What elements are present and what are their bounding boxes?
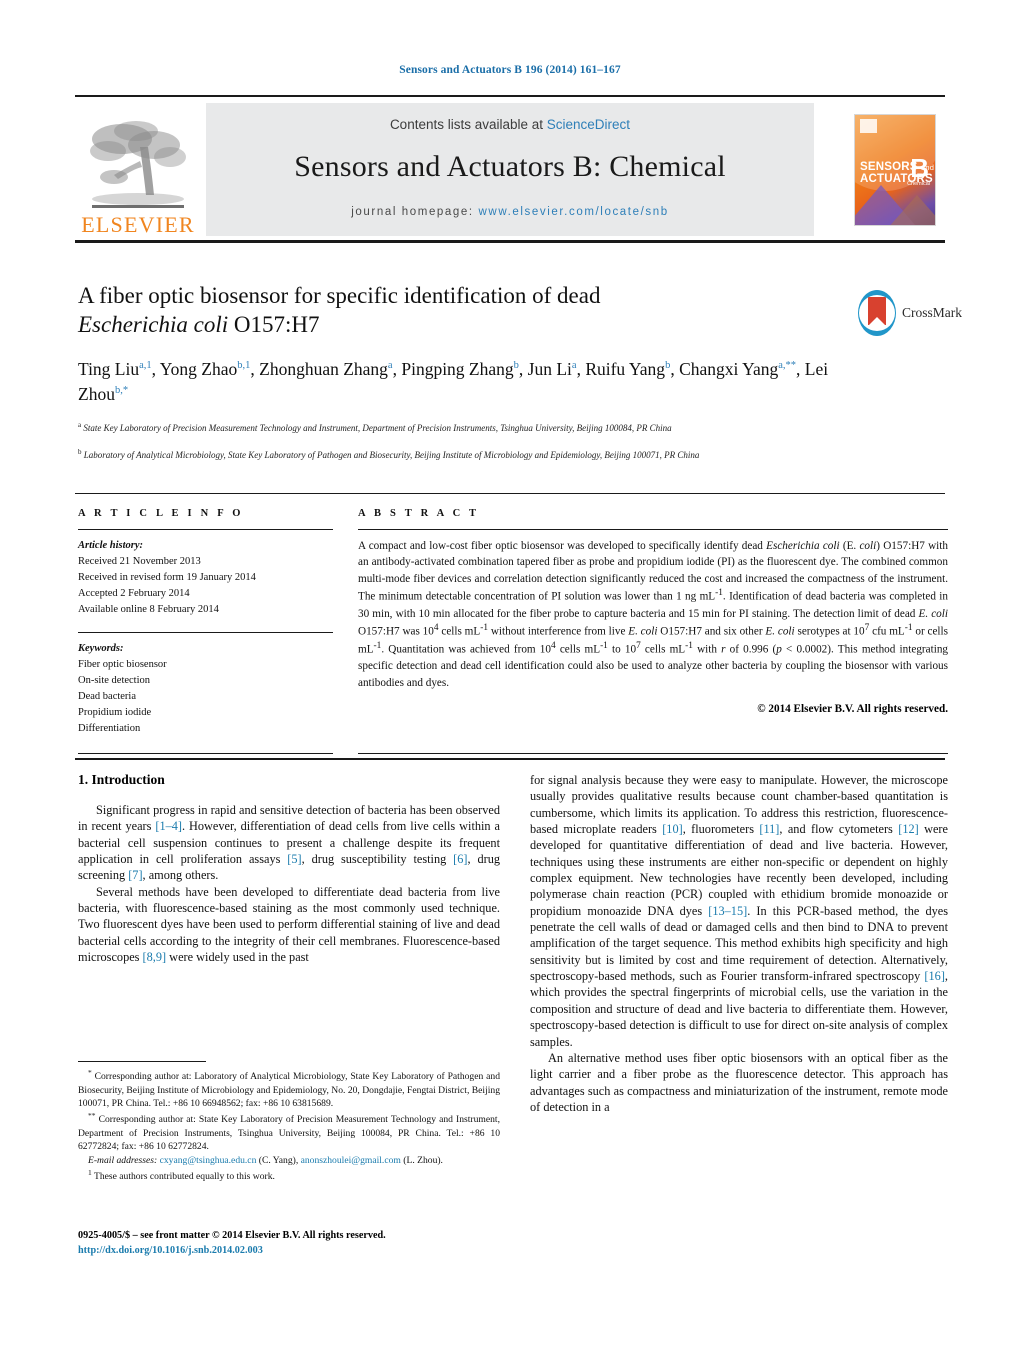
keywords-list: Keywords: Fiber optic biosensor On-site … — [78, 641, 333, 737]
cover-artwork: SENSORS and ACTUATORS B Chemical — [855, 114, 935, 225]
footnote-corresponding-author-2: ** Corresponding author at: State Key La… — [78, 1111, 500, 1153]
title-block: A fiber optic biosensor for specific ide… — [78, 282, 838, 463]
footnote-rule — [78, 1061, 206, 1062]
journal-banner: Contents lists available at ScienceDirec… — [206, 103, 814, 236]
journal-masthead: ELSEVIER Contents lists available at Sci… — [75, 101, 945, 236]
abstract-copyright: © 2014 Elsevier B.V. All rights reserved… — [757, 703, 948, 716]
article-info-heading: A R T I C L E I N F O — [78, 508, 244, 519]
affiliation-b: b Laboratory of Analytical Microbiology,… — [78, 447, 838, 463]
cover-triangle-2 — [887, 194, 935, 225]
abstract-text: A compact and low-cost fiber optic biose… — [358, 540, 949, 689]
abstract-rule — [358, 529, 948, 530]
cover-elsevier-mark-icon — [860, 118, 877, 133]
info-top-rule — [75, 493, 945, 494]
body-top-rule — [75, 758, 945, 760]
article-history-label: Article history: — [78, 540, 144, 551]
paragraph: Significant progress in rapid and sensit… — [78, 803, 500, 883]
elsevier-wordmark: ELSEVIER — [81, 212, 195, 237]
history-item: Received 21 November 2013 — [78, 555, 201, 567]
abstract-column: A B S T R A C T A compact and low-cost f… — [358, 508, 948, 715]
header-rule — [75, 95, 945, 97]
keyword-item: Propidium iodide — [78, 706, 152, 718]
footnote-equal-contribution: 1 These authors contributed equally to t… — [88, 1167, 275, 1182]
crossmark-icon — [858, 290, 896, 336]
page-title: A fiber optic biosensor for specific ide… — [78, 282, 838, 340]
history-item: Available online 8 February 2014 — [78, 603, 219, 615]
keywords-block: Keywords: Fiber optic biosensor On-site … — [78, 631, 333, 737]
sciencedirect-link[interactable]: ScienceDirect — [547, 117, 630, 132]
masthead-rule — [75, 240, 945, 243]
title-line-1: A fiber optic biosensor for specific ide… — [78, 283, 601, 308]
body-left-column: 1. Introduction Significant progress in … — [78, 772, 500, 965]
footnote-email-addresses: E-mail addresses: cxyang@tsinghua.edu.cn… — [88, 1155, 443, 1167]
affiliation-a-marker: a — [78, 420, 82, 429]
title-line-2-rest: O157:H7 — [228, 311, 320, 337]
affiliation-b-marker: b — [78, 448, 82, 457]
homepage-label: journal homepage: — [351, 206, 479, 218]
article-history: Article history: Received 21 November 20… — [78, 538, 333, 618]
section-heading-introduction: 1. Introduction — [78, 772, 165, 787]
journal-title: Sensors and Actuators B: Chemical — [294, 150, 726, 183]
keyword-item: Differentiation — [78, 722, 141, 734]
elsevier-tree-icon — [90, 121, 186, 208]
history-item: Accepted 2 February 2014 — [78, 587, 190, 599]
contents-prefix: Contents lists available at — [389, 117, 547, 132]
paragraph: Several methods have been developed to d… — [78, 884, 500, 965]
affiliation-a-text: State Key Laboratory of Precision Measur… — [83, 422, 672, 433]
running-head: Sensors and Actuators B 196 (2014) 161–1… — [399, 64, 621, 76]
contents-line: Contents lists available at ScienceDirec… — [390, 117, 630, 132]
author-list: Ting Liua,1, Yong Zhaob,1, Zhonghuan Zha… — [78, 358, 829, 405]
journal-cover-thumbnail: SENSORS and ACTUATORS B Chemical — [845, 103, 945, 236]
footnote-corresponding-author-1: * Corresponding author at: Laboratory of… — [78, 1068, 500, 1110]
journal-homepage-line: journal homepage: www.elsevier.com/locat… — [351, 206, 668, 218]
crossmark-badge[interactable]: CrossMark — [858, 287, 962, 339]
issn-line: 0925-4005/$ – see front matter © 2014 El… — [78, 1230, 386, 1241]
title-line-2-italic: Escherichia coli — [78, 311, 229, 337]
keyword-item: Dead bacteria — [78, 690, 137, 702]
cover-series-letter: B — [910, 152, 929, 183]
keywords-rule — [78, 631, 333, 633]
paragraph: for signal analysis because they were ea… — [530, 773, 949, 1049]
paragraph: An alternative method uses fiber optic b… — [530, 1050, 948, 1114]
footnote-block: * Corresponding author at: Laboratory of… — [78, 1068, 500, 1183]
cover-line-1-text: SENSORS — [860, 160, 918, 173]
history-item: Received in revised form 19 January 2014 — [78, 571, 256, 583]
elsevier-logo: ELSEVIER — [75, 103, 201, 236]
affiliation-a: a State Key Laboratory of Precision Meas… — [78, 420, 838, 436]
keywords-label: Keywords: — [78, 642, 124, 654]
article-info-column: A R T I C L E I N F O Article history: R… — [78, 508, 333, 736]
issn-footer: 0925-4005/$ – see front matter © 2014 El… — [78, 1228, 518, 1259]
abstract-bottom-rule — [358, 753, 948, 754]
doi-link[interactable]: http://dx.doi.org/10.1016/j.snb.2014.02.… — [78, 1245, 263, 1256]
body-right-column: for signal analysis because they were ea… — [530, 772, 948, 1115]
crossmark-label: CrossMark — [902, 305, 962, 320]
abstract-heading: A B S T R A C T — [358, 508, 480, 519]
info-bottom-rule — [78, 753, 333, 754]
affiliation-b-text: Laboratory of Analytical Microbiology, S… — [83, 450, 700, 461]
crossmark-icon-inner — [859, 295, 895, 331]
crossmark-notch-shape — [868, 317, 886, 326]
keyword-item: On-site detection — [78, 674, 151, 686]
paper-page: Sensors and Actuators B 196 (2014) 161–1… — [0, 0, 1020, 1351]
keyword-item: Fiber optic biosensor — [78, 658, 167, 670]
article-info-rule — [78, 529, 333, 530]
journal-homepage-link[interactable]: www.elsevier.com/locate/snb — [479, 206, 669, 218]
cover-series-sub: Chemical — [907, 180, 930, 187]
